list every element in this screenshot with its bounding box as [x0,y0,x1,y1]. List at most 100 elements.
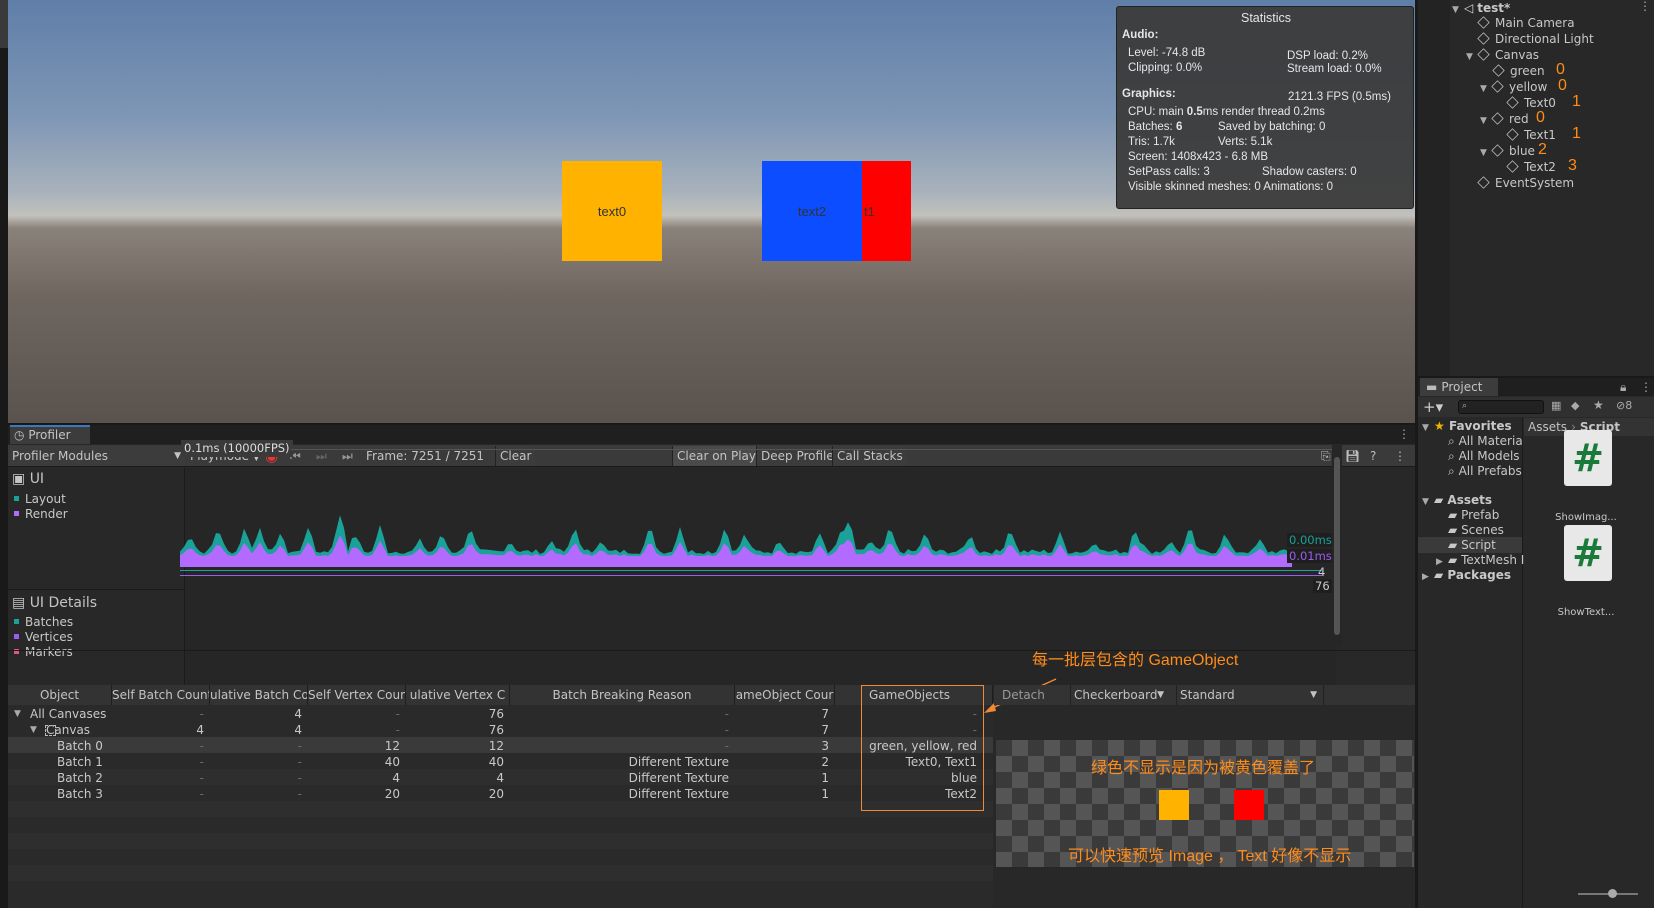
legend-vertices[interactable]: Vertices [14,630,73,644]
hidden-packages-icon[interactable]: ⊘8 [1616,399,1632,412]
col-batch-breaking-reason[interactable]: Batch Breaking Reason [510,685,735,705]
tree-label: Prefab [1461,508,1500,522]
yellow-square: text0 [562,161,662,261]
kebab-menu-icon[interactable]: ⋮ [1640,378,1652,396]
cell-c4: 12 [488,739,504,753]
tab-profiler[interactable]: ◷ Profiler [10,425,90,444]
col-self-batch-count[interactable]: Self Batch Count [112,685,210,705]
project-panel: ▬ Project 🔒︎ ⋮ +▾ ⌕ ▦ ◆ ★ ⊘8 Assets › Scrip… [1418,378,1654,908]
tree-all-models[interactable]: ⌕ All Models [1448,448,1520,464]
csharp-script-icon[interactable]: # [1564,430,1612,486]
row-stripe [8,833,993,849]
dropdown-icon: ▼ [174,451,181,461]
row-stripe [8,801,993,817]
label-icon[interactable]: ◆ [1571,399,1579,412]
tree-prefab[interactable]: ▰ Prefab [1448,507,1499,523]
col-cumulative-vertex-count[interactable]: ulative Vertex C [406,685,510,705]
save-icon[interactable]: 💾︎ [1345,446,1360,466]
file-name[interactable]: ShowText... [1536,607,1636,618]
lock-icon[interactable]: 🔒︎ [1620,378,1626,396]
ui-module-label: UI [29,471,45,487]
hierarchy-item-main-camera[interactable]: Main Camera [1477,15,1575,31]
legend-render[interactable]: Render [14,507,68,521]
file-name[interactable]: ShowImag... [1536,512,1636,523]
render-mode-dropdown[interactable]: Standard ▼ [1176,685,1324,705]
hierarchy-item-text2[interactable]: Text2 [1506,159,1556,175]
col-object[interactable]: Object [8,685,112,705]
hierarchy-item-canvas[interactable]: ▼ Canvas [1466,47,1539,63]
gameobject-icon [1491,144,1504,157]
tree-all-materials[interactable]: ⌕ All Materia [1448,433,1523,449]
legend-markers[interactable]: Markers [14,645,73,659]
breadcrumb-assets[interactable]: Assets [1528,420,1567,434]
kebab-menu-icon[interactable]: ⋮ [1394,446,1406,466]
canvas-icon [45,725,56,736]
expand-icon[interactable]: ▼ [1466,49,1478,65]
tree-favorites[interactable]: ▼ ★ Favorites [1422,418,1512,434]
background-dropdown[interactable]: Checkerboard ▼ [1070,685,1168,705]
hierarchy-item-red[interactable]: ▼ red [1480,111,1529,127]
expand-icon[interactable]: ▼ [1480,81,1492,97]
slider-thumb[interactable] [1608,889,1617,898]
hierarchy-scene-row[interactable]: ▼ ◁ test* [1452,0,1510,16]
detach-button[interactable]: Detach [1002,685,1045,705]
legend-batches[interactable]: Batches [14,615,73,629]
stats-screen: Screen: 1408x423 - 6.8 MB [1128,151,1268,163]
game-view[interactable]: text0 text2 t1 Statistics Audio: Level: … [8,0,1415,423]
hierarchy-item-yellow[interactable]: ▼ yellow [1480,79,1547,95]
hierarchy-item-green[interactable]: green [1492,63,1545,79]
project-divider [1522,418,1523,908]
col-cumulative-batch-count[interactable]: ulative Batch Co [210,685,308,705]
tree-all-prefabs[interactable]: ⌕ All Prefabs [1448,463,1522,479]
red-square: t1 [862,161,911,261]
hierarchy-item-blue[interactable]: ▼ blue [1480,143,1535,159]
search-icon: ⌕ [1448,464,1455,478]
folder-icon: ▰ [1448,523,1458,537]
help-icon[interactable]: ? [1370,446,1376,466]
hierarchy-item-label: red [1509,112,1529,126]
tree-label: All Prefabs [1458,464,1522,478]
star-icon[interactable]: ★ [1593,398,1604,412]
col-self-vertex-count[interactable]: Self Vertex Coun [308,685,406,705]
expand-icon[interactable]: ▼ [1480,113,1492,129]
annotation-yellow-batch: 0 [1558,77,1567,94]
tree-scenes[interactable]: ▰ Scenes [1448,522,1504,538]
hierarchy-item-label: Canvas [1495,48,1540,62]
kebab-menu-icon[interactable]: ⋮ [1398,425,1410,444]
legend-label: Markers [25,645,73,659]
vertices-line [180,575,1322,576]
filter-type-icon[interactable]: ▦ [1551,399,1561,412]
scrollbar-thumb[interactable] [1334,457,1340,635]
hierarchy-item-directional-light[interactable]: Directional Light [1477,31,1594,47]
hierarchy-item-text1[interactable]: Text1 [1506,127,1556,143]
annotation-preview: 可以快速预览 Image ， Text 好像不显示 [1068,848,1352,865]
ui-module-header[interactable]: ▣ UI [12,471,44,487]
tree-textmesh[interactable]: ▶ ▰ TextMesh I [1436,552,1524,568]
tree-assets[interactable]: ▼ ▰ Assets [1422,492,1492,508]
stats-shadow: Shadow casters: 0 [1262,166,1357,178]
expand-icon[interactable]: ▼ [1452,2,1464,18]
expand-icon[interactable]: ▼ [1422,420,1434,436]
hierarchy-item-text0[interactable]: Text0 [1506,95,1556,111]
hierarchy-item-eventsystem[interactable]: EventSystem [1477,175,1574,191]
tab-project[interactable]: ▬ Project [1420,378,1498,396]
add-icon[interactable]: +▾ [1423,398,1443,416]
expand-icon[interactable]: ▼ [1422,494,1434,510]
tree-label: Scenes [1461,523,1504,537]
expand-icon[interactable]: ▶ [1422,569,1434,585]
tree-packages[interactable]: ▶ ▰ Packages [1422,567,1511,583]
col-gameobject-count[interactable]: ameObject Cour [735,685,835,705]
ui-timeline-graph [180,515,1292,567]
search-input[interactable]: ⌕ [1458,400,1544,414]
annotation-green-hidden: 绿色不显示是因为被黄色覆盖了 [1091,760,1316,777]
ui-details-module-header[interactable]: ▤ UI Details [12,595,97,611]
kebab-menu-icon[interactable]: ⋮ [1639,0,1651,14]
folder-icon: ▰ [1434,568,1444,582]
hierarchy-item-label: green [1510,64,1545,78]
legend-layout[interactable]: Layout [14,492,66,506]
tree-script[interactable]: ▰ Script [1448,537,1496,553]
csharp-script-icon[interactable]: # [1564,525,1612,581]
profiler-modules-dropdown[interactable]: Profiler Modules ▼ [10,446,185,466]
expand-icon[interactable]: ▼ [1480,145,1492,161]
